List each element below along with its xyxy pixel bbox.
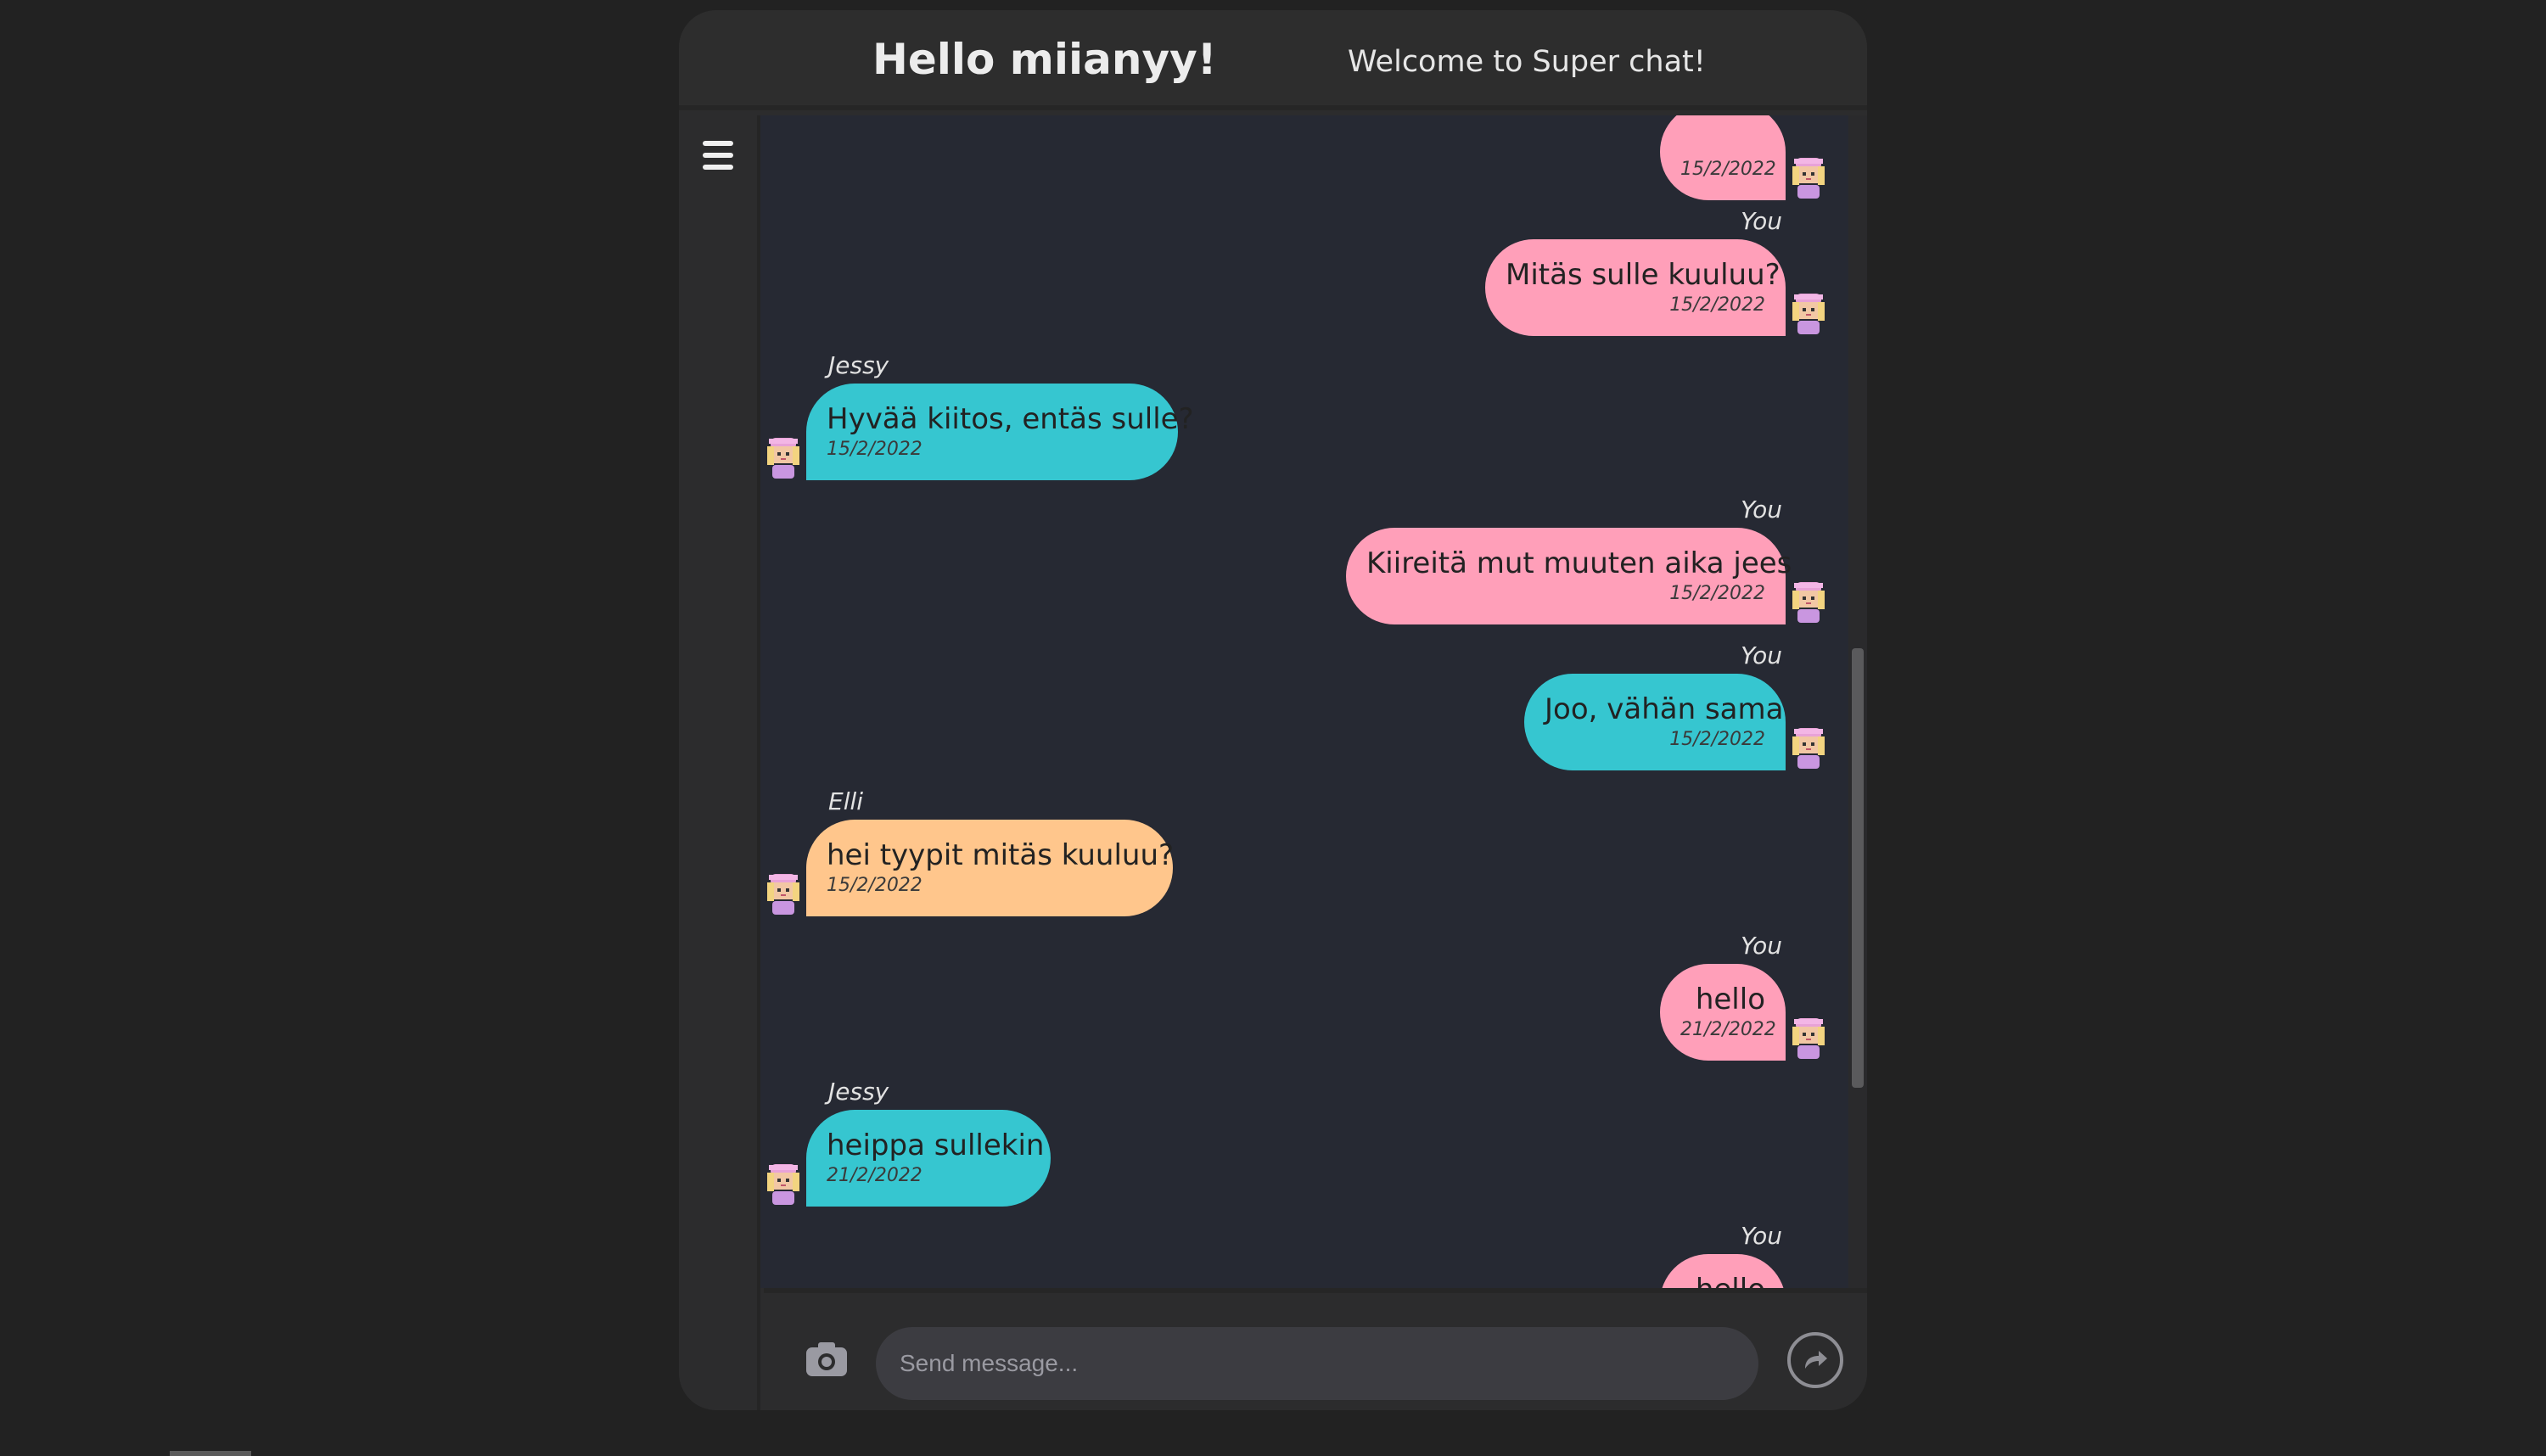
- message-text: hello: [1695, 983, 1765, 1016]
- message-row: Jessy Hyvää kiitos, entäs sulle? 15/2/2022: [760, 344, 1848, 480]
- message-list[interactable]: 15/2/2022 You Mitäs sulle kuuluu? 15/2/202…: [760, 115, 1848, 1288]
- send-button[interactable]: [1787, 1332, 1843, 1388]
- message-sender: You: [1741, 207, 1782, 235]
- message-row: You Mitäs sulle kuuluu? 15/2/2022: [760, 200, 1848, 336]
- message-row: Jessy heippa sullekin 21/2/2022: [760, 1071, 1848, 1207]
- message-date: 15/2/2022: [827, 875, 923, 896]
- avatar-icon: [1789, 292, 1828, 336]
- message-row: 15/2/2022: [760, 115, 1848, 200]
- chat-header: Hello miianyy! Welcome to Super chat!: [679, 10, 1867, 110]
- message-bubble[interactable]: hello 21/2/2022: [1660, 964, 1786, 1061]
- message-row: You Kiireitä mut muuten aika jees 15/2/202…: [760, 489, 1848, 624]
- message-bubble[interactable]: Kiireitä mut muuten aika jees 15/2/2022: [1346, 528, 1792, 624]
- message-text: heippa sullekin: [827, 1128, 1045, 1162]
- message-text: hello: [1680, 1271, 1765, 1288]
- message-date: 15/2/2022: [1669, 294, 1765, 316]
- avatar-icon: [1789, 1016, 1828, 1061]
- share-arrow-icon: [1805, 1351, 1827, 1369]
- message-bubble[interactable]: 15/2/2022: [1660, 115, 1786, 200]
- message-bubble[interactable]: hello: [1660, 1254, 1786, 1288]
- avatar-icon: [764, 436, 803, 480]
- message-text: Kiireitä mut muuten aika jees: [1366, 546, 1792, 580]
- message-date: 15/2/2022: [1680, 159, 1776, 180]
- message-text: Mitäs sulle kuuluu?: [1506, 258, 1781, 292]
- greeting-title: Hello miianyy!: [872, 35, 1217, 84]
- message-sender: Jessy: [828, 1078, 889, 1106]
- message-row: You hello: [760, 1215, 1848, 1288]
- message-input[interactable]: [876, 1327, 1758, 1400]
- message-sender: You: [1741, 932, 1782, 960]
- page-tab-indicator: [170, 1451, 251, 1456]
- message-bubble[interactable]: heippa sullekin 21/2/2022: [806, 1110, 1051, 1207]
- message-date: 15/2/2022: [827, 439, 923, 460]
- message-sender: Jessy: [828, 351, 889, 379]
- scrollbar-thumb[interactable]: [1852, 648, 1864, 1088]
- composer-bar: [764, 1288, 1867, 1410]
- message-bubble[interactable]: Joo, vähän sama 15/2/2022: [1524, 674, 1786, 770]
- message-row: You Joo, vähän sama 15/2/2022: [760, 635, 1848, 770]
- message-sender: You: [1741, 496, 1782, 524]
- avatar-icon: [1789, 156, 1828, 200]
- message-date: 15/2/2022: [1669, 583, 1765, 604]
- avatar-icon: [764, 872, 803, 916]
- hamburger-menu-icon[interactable]: [703, 141, 737, 171]
- chat-window: Hello miianyy! Welcome to Super chat! 15…: [679, 10, 1867, 1410]
- message-bubble[interactable]: hei tyypit mitäs kuuluu? 15/2/2022: [806, 820, 1175, 916]
- message-scrollbar[interactable]: [1848, 115, 1867, 1288]
- message-bubble[interactable]: Mitäs sulle kuuluu? 15/2/2022: [1485, 239, 1786, 336]
- message-row: You hello 21/2/2022: [760, 925, 1848, 1061]
- message-sender: Elli: [828, 787, 864, 815]
- avatar-icon: [1789, 726, 1828, 770]
- message-row: Elli hei tyypit mitäs kuuluu? 15/2/2022: [760, 781, 1848, 916]
- message-bubble[interactable]: Hyvää kiitos, entäs sulle? 15/2/2022: [806, 384, 1194, 480]
- message-text: Hyvää kiitos, entäs sulle?: [827, 402, 1194, 436]
- message-sender: You: [1741, 641, 1782, 669]
- message-date: 15/2/2022: [1669, 729, 1765, 750]
- camera-icon[interactable]: [805, 1341, 849, 1378]
- message-date: 21/2/2022: [1680, 1019, 1776, 1040]
- sidebar: [679, 115, 760, 1410]
- avatar-icon: [1789, 580, 1828, 624]
- welcome-text: Welcome to Super chat!: [1348, 45, 1706, 79]
- message-date: 21/2/2022: [827, 1165, 923, 1186]
- message-sender: You: [1741, 1222, 1782, 1250]
- message-text: Joo, vähän sama: [1545, 692, 1784, 726]
- avatar-icon: [764, 1162, 803, 1207]
- message-text: hei tyypit mitäs kuuluu?: [827, 838, 1175, 872]
